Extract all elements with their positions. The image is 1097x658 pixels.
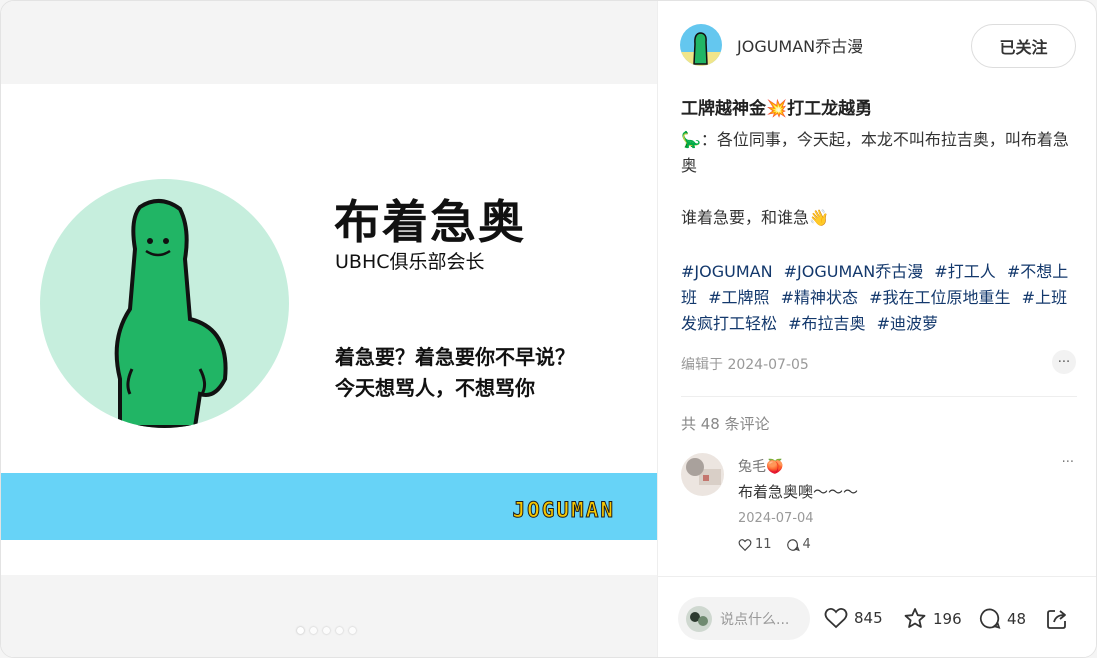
tag-link[interactable]: #JOGUMAN乔古漫	[784, 262, 924, 281]
comment-more-icon[interactable]: ···	[1062, 455, 1074, 470]
comment-actions: 11 4	[738, 537, 811, 552]
slide-line-2: 今天想骂人，不想骂你	[335, 376, 535, 400]
chat-bubble-icon	[786, 538, 800, 551]
slide-title: 布着急奥	[334, 195, 526, 249]
comment-like-button[interactable]: 11	[738, 537, 772, 552]
image-slide: 布着急奥 UBHC俱乐部会长 着急要？着急要你不早说？ 今天想骂人，不想骂你 J…	[1, 84, 657, 575]
share-icon	[1047, 610, 1066, 629]
comment-item: 兔毛🍑 ··· 布着急奥噢～～～ 2024-07-04 11 4	[681, 453, 1077, 568]
avatar[interactable]	[680, 24, 722, 66]
carousel-dot[interactable]	[323, 627, 330, 634]
tag-link[interactable]: #迪波萝	[877, 314, 938, 333]
slide-subtitle: UBHC俱乐部会长	[335, 251, 485, 273]
comment-count: 共 48 条评论	[681, 415, 770, 433]
collect-count: 196	[933, 609, 962, 628]
author-info[interactable]: JOGUMAN乔古漫	[680, 24, 863, 66]
edit-date: 编辑于 2024-07-05	[681, 357, 809, 373]
comment-reply-button[interactable]: 4	[786, 537, 811, 552]
comment-input[interactable]: 说点什么...	[678, 597, 810, 640]
slide-line-1: 着急要？着急要你不早说？	[335, 345, 575, 369]
note-body-line: 谁着急要，和谁急👋	[681, 208, 829, 227]
tag-link[interactable]: #JOGUMAN	[681, 262, 773, 281]
slide-text: 着急要？着急要你不早说？ 今天想骂人，不想骂你	[335, 342, 575, 404]
carousel-dot[interactable]	[310, 627, 317, 634]
heart-icon	[824, 607, 848, 629]
carousel-dot[interactable]	[297, 627, 304, 634]
chat-bubble-icon	[980, 608, 1001, 629]
tag-link[interactable]: #工牌照	[708, 288, 769, 307]
follow-button[interactable]: 已关注	[971, 24, 1076, 68]
note-body-line: 🦕：各位同事，今天起，本龙不叫布拉吉奥，叫布着急奥	[681, 130, 1069, 175]
detail-panel: JOGUMAN乔古漫 已关注 工牌越神金💥打工龙越勇 🦕：各位同事，今天起，本龙…	[657, 1, 1096, 657]
carousel-dot[interactable]	[349, 627, 356, 634]
comment-reply-count: 4	[802, 537, 811, 552]
note-card: 布着急奥 UBHC俱乐部会长 着急要？着急要你不早说？ 今天想骂人，不想骂你 J…	[0, 0, 1097, 658]
media-panel[interactable]: 布着急奥 UBHC俱乐部会长 着急要？着急要你不早说？ 今天想骂人，不想骂你 J…	[1, 1, 657, 657]
brand-band: JOGUMAN	[1, 473, 657, 540]
author-name[interactable]: JOGUMAN乔古漫	[737, 33, 863, 57]
comment-like-count: 11	[755, 537, 772, 552]
comment-date: 2024-07-04	[738, 511, 814, 526]
heart-icon	[738, 538, 752, 551]
comment-avatar[interactable]	[681, 453, 724, 496]
dinosaur-illustration	[40, 179, 289, 428]
more-options-button[interactable]: ···	[1052, 350, 1076, 374]
collect-button[interactable]: 196	[903, 607, 962, 630]
note-title: 工牌越神金💥打工龙越勇	[681, 99, 873, 119]
star-icon	[904, 608, 926, 628]
comment-user[interactable]: 兔毛🍑	[738, 456, 783, 476]
comment-button[interactable]: 48	[978, 607, 1026, 630]
tag-link[interactable]: #我在工位原地重生	[869, 288, 1010, 307]
tag-list: #JOGUMAN #JOGUMAN乔古漫 #打工人 #不想上班 #工牌照 #精神…	[681, 259, 1079, 337]
avatar	[686, 605, 712, 632]
tag-link[interactable]: #打工人	[934, 262, 995, 281]
comment-placeholder: 说点什么...	[720, 611, 790, 628]
like-count: 845	[854, 609, 883, 627]
engagement-bar: 说点什么... 845 196 48	[658, 576, 1096, 657]
tag-link[interactable]: #布拉吉奥	[788, 314, 865, 333]
divider	[681, 396, 1077, 397]
note-body: 🦕：各位同事，今天起，本龙不叫布拉吉奥，叫布着急奥 谁着急要，和谁急👋	[681, 127, 1079, 231]
like-button[interactable]: 845	[824, 607, 883, 629]
carousel-dot[interactable]	[336, 627, 343, 634]
share-button[interactable]	[1045, 607, 1069, 631]
tag-link[interactable]: #精神状态	[781, 288, 858, 307]
brand-logo: JOGUMAN	[512, 498, 615, 523]
comment-total: 48	[1007, 609, 1027, 628]
comment-text: 布着急奥噢～～～	[738, 483, 859, 501]
carousel-dots[interactable]	[297, 627, 356, 634]
